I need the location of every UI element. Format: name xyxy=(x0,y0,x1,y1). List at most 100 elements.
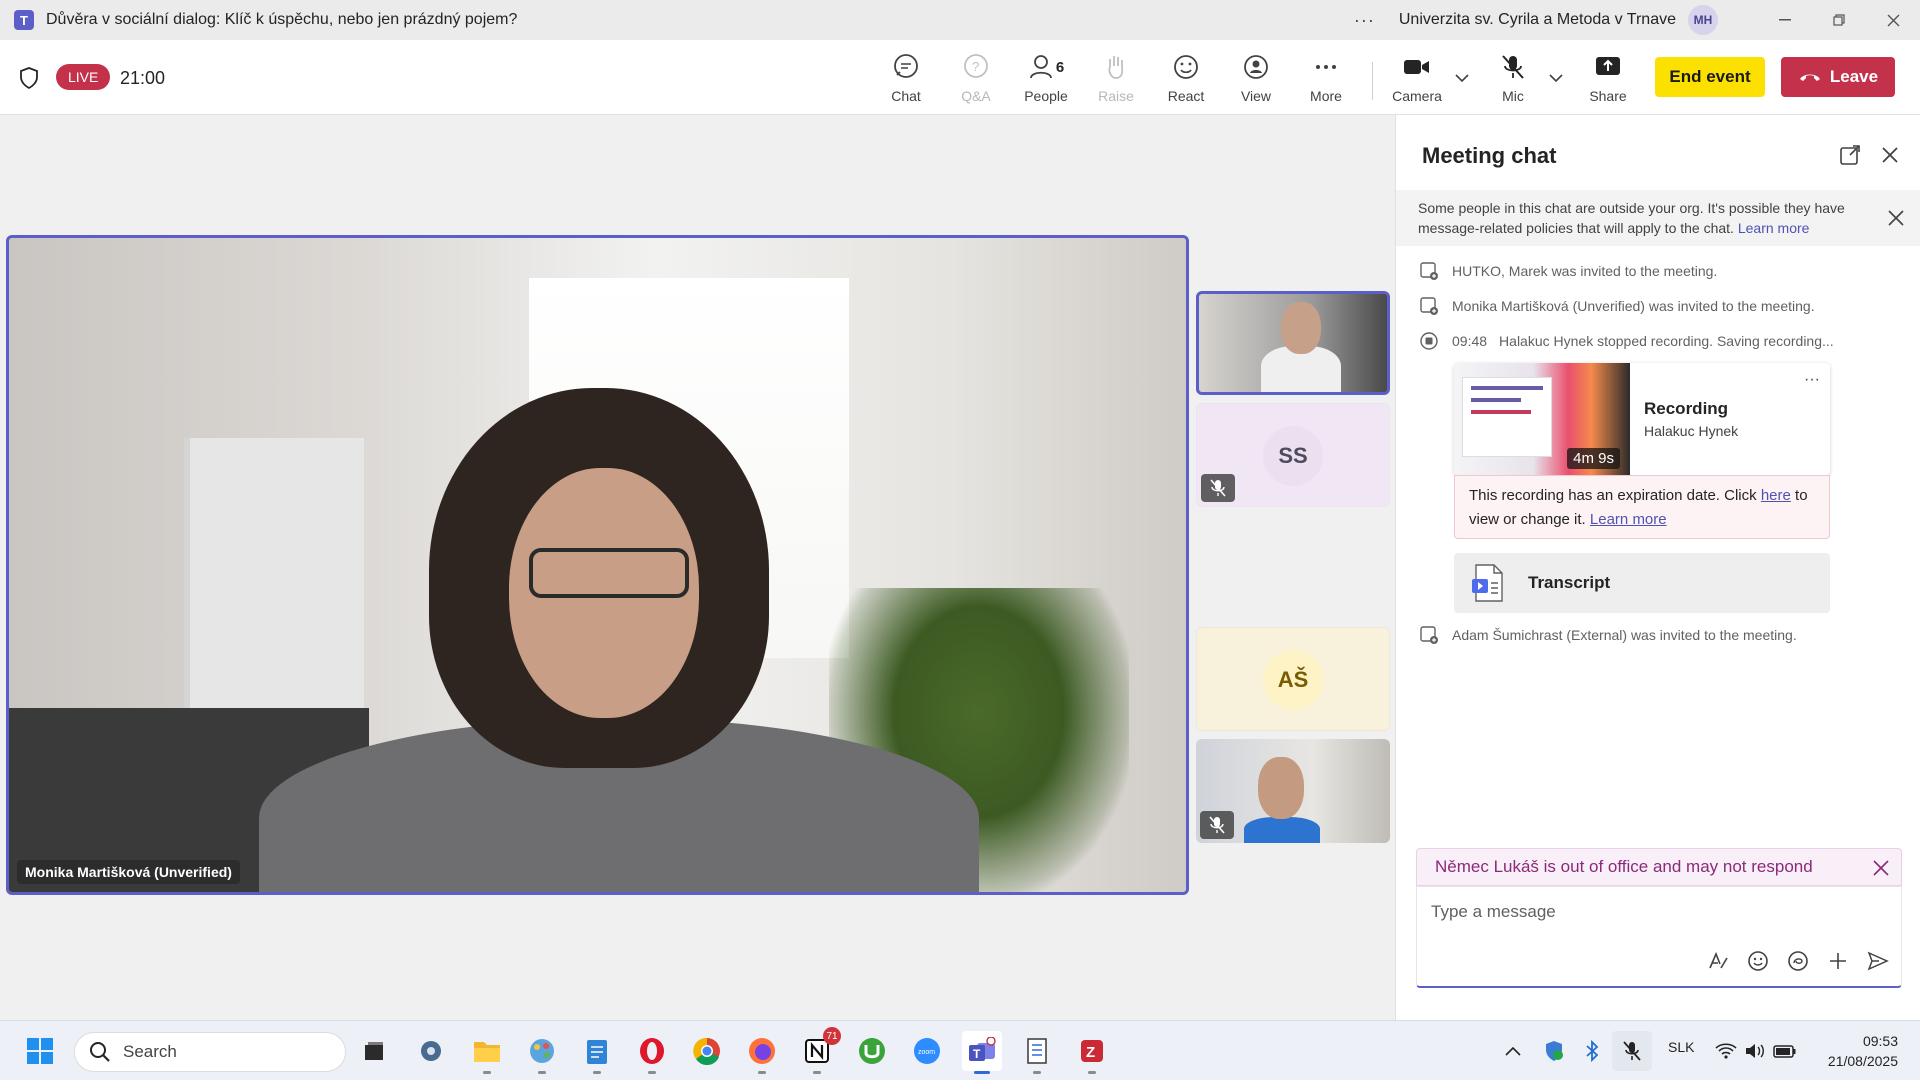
recording-duration: 4m 9s xyxy=(1567,448,1620,469)
more-icon xyxy=(1311,52,1341,82)
recording-thumbnail-slide xyxy=(1462,377,1552,457)
file-explorer-icon[interactable] xyxy=(467,1031,507,1074)
pop-out-icon[interactable] xyxy=(1838,143,1862,167)
opera-browser-icon[interactable] xyxy=(632,1031,672,1074)
mic-label: Mic xyxy=(1502,88,1524,104)
system-message: Adam Šumichrast (External) was invited t… xyxy=(1418,624,1797,646)
recording-stopped-icon xyxy=(1418,330,1440,352)
camera-button[interactable]: Camera xyxy=(1385,52,1449,108)
participant-tile-as[interactable]: AŠ xyxy=(1196,627,1390,731)
chrome-browser-icon[interactable] xyxy=(687,1031,727,1071)
end-event-button[interactable]: End event xyxy=(1655,57,1765,97)
tile-participant-head xyxy=(1281,302,1321,354)
react-label: React xyxy=(1167,88,1205,104)
mic-button[interactable]: Mic xyxy=(1481,52,1545,108)
people-button[interactable]: 6 People xyxy=(1014,52,1078,108)
start-menu-icon[interactable] xyxy=(20,1031,60,1071)
people-label: People xyxy=(1024,88,1068,104)
task-view-icon[interactable] xyxy=(354,1031,394,1071)
qa-button[interactable]: ? Q&A xyxy=(944,52,1008,108)
teams-app-icon: T xyxy=(14,10,34,30)
taskbar-clock[interactable]: 09:53 21/08/2025 xyxy=(1828,1031,1898,1071)
mic-options-chevron-icon[interactable] xyxy=(1546,68,1566,88)
more-button[interactable]: More xyxy=(1294,52,1358,108)
notepad-icon[interactable] xyxy=(577,1031,617,1074)
tile-participant-body xyxy=(1244,817,1320,843)
more-options-icon[interactable]: ··· xyxy=(1354,10,1375,31)
raise-hand-icon xyxy=(1101,52,1131,82)
minimize-icon[interactable] xyxy=(1758,0,1812,40)
view-button[interactable]: View xyxy=(1224,52,1288,108)
zotero-icon[interactable]: Z xyxy=(1072,1031,1112,1074)
shield-icon[interactable] xyxy=(18,66,40,90)
notion-icon[interactable]: 71 xyxy=(797,1027,841,1074)
settings-gear-icon[interactable] xyxy=(411,1031,451,1071)
participant-name-tag: Monika Martišková (Unverified) xyxy=(17,860,240,884)
svg-text:zoom: zoom xyxy=(918,1049,935,1056)
system-message: Monika Martišková (Unverified) was invit… xyxy=(1418,295,1815,317)
system-message-text: Adam Šumichrast (External) was invited t… xyxy=(1452,627,1797,643)
participant-initials-avatar: SS xyxy=(1263,426,1323,486)
participant-initials-avatar: AŠ xyxy=(1263,650,1323,710)
show-hidden-icons-chevron-icon[interactable] xyxy=(1493,1031,1533,1071)
zoom-icon[interactable]: zoom xyxy=(907,1031,947,1071)
add-icon[interactable] xyxy=(1825,948,1851,974)
qa-label: Q&A xyxy=(961,88,991,104)
system-message: 09:48 Halakuc Hynek stopped recording. S… xyxy=(1418,330,1834,352)
qa-icon: ? xyxy=(961,52,991,82)
mic-muted-icon xyxy=(1201,474,1235,502)
taskbar-search-box[interactable]: Search xyxy=(74,1032,346,1072)
close-icon[interactable] xyxy=(1878,143,1902,167)
recording-thumbnail[interactable]: 4m 9s xyxy=(1454,363,1630,475)
send-icon[interactable] xyxy=(1865,948,1891,974)
meeting-timer: 21:00 xyxy=(120,68,166,88)
expiration-here-link[interactable]: here xyxy=(1761,487,1791,504)
share-button[interactable]: Share xyxy=(1576,52,1640,108)
notice-learn-more-link[interactable]: Learn more xyxy=(1738,220,1810,236)
transcript-card[interactable]: Transcript xyxy=(1454,553,1830,613)
search-icon xyxy=(90,1042,110,1062)
recording-more-options-icon[interactable]: ··· xyxy=(1804,371,1820,389)
firefox-browser-icon[interactable] xyxy=(742,1031,782,1074)
people-count: 6 xyxy=(1055,58,1065,76)
restore-icon[interactable] xyxy=(1812,0,1866,40)
message-input[interactable] xyxy=(1431,897,1881,927)
mic-muted-tray-icon[interactable] xyxy=(1612,1031,1652,1071)
chat-button[interactable]: Chat xyxy=(874,52,938,122)
svg-text:?: ? xyxy=(972,59,979,74)
bluetooth-icon[interactable] xyxy=(1572,1031,1612,1071)
participant-tile-video[interactable] xyxy=(1196,291,1390,395)
participant-tile-video-2[interactable] xyxy=(1196,739,1390,843)
person-added-icon xyxy=(1418,624,1440,646)
share-icon xyxy=(1593,52,1623,82)
utorrent-icon[interactable] xyxy=(852,1031,892,1071)
format-icon[interactable] xyxy=(1705,948,1731,974)
dismiss-banner-icon[interactable] xyxy=(1871,858,1891,878)
emoji-icon[interactable] xyxy=(1745,948,1771,974)
main-video-tile[interactable]: Monika Martišková (Unverified) xyxy=(6,235,1189,895)
chat-label: Chat xyxy=(891,88,921,104)
document-viewer-icon[interactable] xyxy=(1017,1031,1057,1074)
recording-card[interactable]: 4m 9s Recording Halakuc Hynek ··· xyxy=(1454,363,1830,475)
dismiss-notice-icon[interactable] xyxy=(1886,208,1906,228)
paint-icon[interactable] xyxy=(522,1031,562,1074)
battery-icon[interactable] xyxy=(1765,1031,1805,1071)
camera-options-chevron-icon[interactable] xyxy=(1452,68,1472,88)
video-stage: Monika Martišková (Unverified) SS AŠ xyxy=(0,115,1395,1020)
raise-hand-button[interactable]: Raise xyxy=(1084,52,1148,108)
user-avatar[interactable]: MH xyxy=(1688,5,1718,35)
security-shield-icon[interactable] xyxy=(1534,1031,1574,1071)
window-title-bar: T Důvěra v sociální dialog: Klíč k úspěc… xyxy=(0,0,1920,40)
recording-expiration-notice: This recording has an expiration date. C… xyxy=(1454,475,1830,539)
camera-label: Camera xyxy=(1392,88,1442,104)
participant-tile-ss[interactable]: SS xyxy=(1196,403,1390,507)
teams-icon[interactable]: T xyxy=(962,1031,1002,1074)
phone-hangup-icon xyxy=(1799,74,1820,81)
expiration-learn-more-link[interactable]: Learn more xyxy=(1590,511,1667,528)
close-window-icon[interactable] xyxy=(1866,0,1920,40)
react-button[interactable]: React xyxy=(1154,52,1218,108)
leave-button[interactable]: Leave xyxy=(1781,57,1895,97)
raise-label: Raise xyxy=(1098,88,1134,104)
input-language[interactable]: SLK xyxy=(1668,1039,1694,1055)
loop-icon[interactable] xyxy=(1785,948,1811,974)
